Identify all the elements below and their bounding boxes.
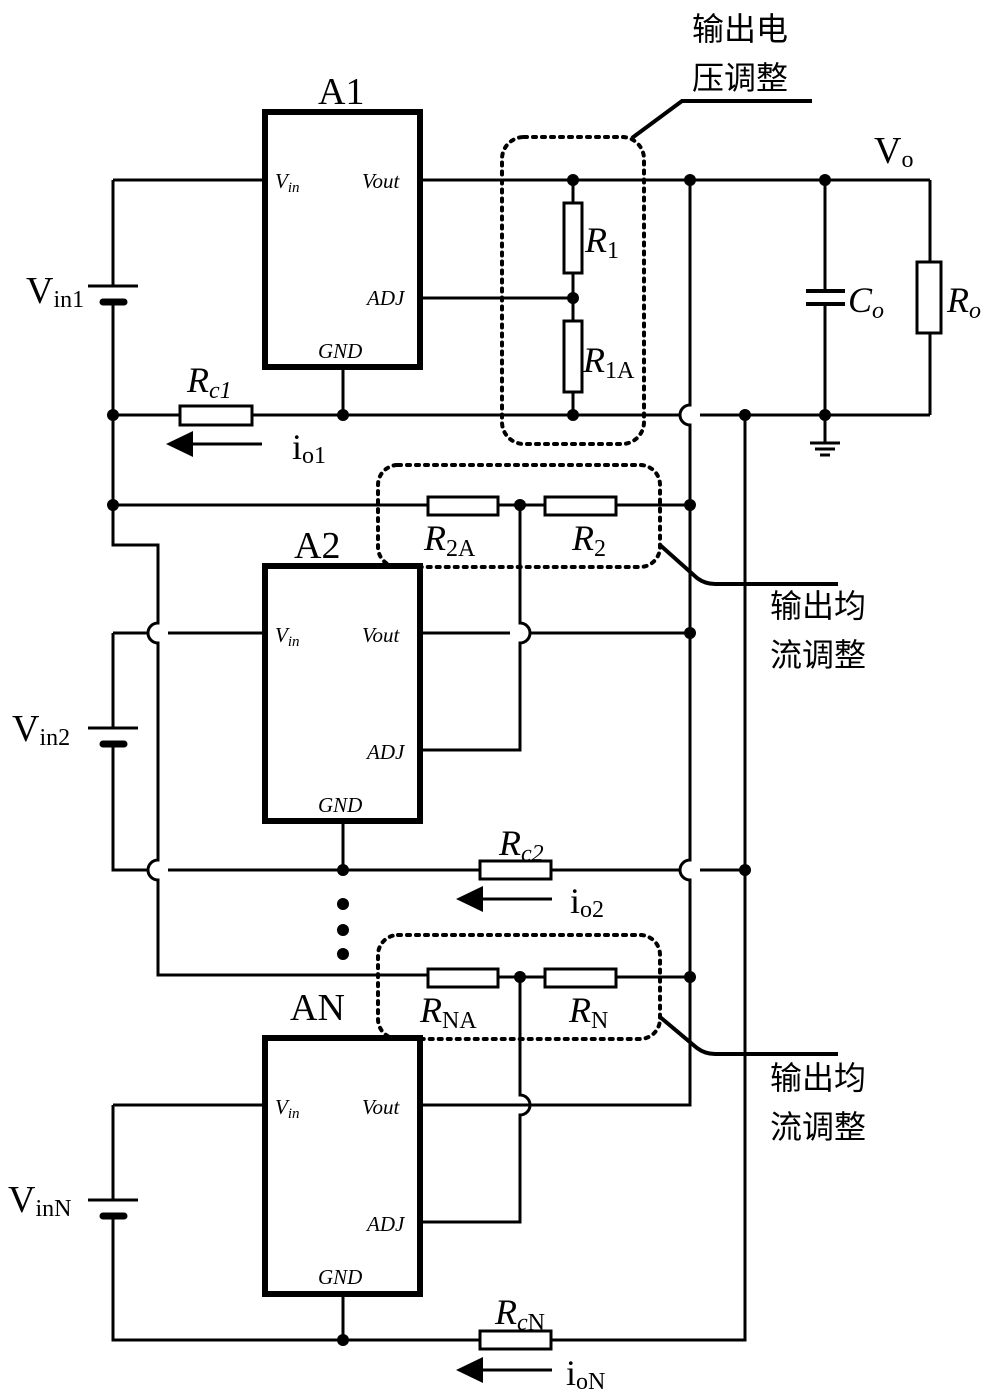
arrow-left-icon [456,1357,552,1383]
rcn-label: RcN [494,1292,545,1336]
r1-label: R1 [584,220,619,264]
resistor-r2a [426,495,500,517]
current-share-n-label-line2: 流调整 [770,1108,866,1146]
pin-gnd-label: GND [318,1265,362,1289]
stage-an: RNA RN 输出均 流调整 VinN AN Vin Vout ADJ GND … [8,933,866,1395]
wire-vin2-left-lower [111,744,148,872]
voltage-adjust-leader [630,99,812,140]
io2-label: io2 [570,881,604,923]
module-a2 [262,563,423,824]
pin-adj-label: ADJ [365,1212,406,1236]
resistor-r1 [562,201,584,275]
arrow-left-icon [456,886,552,912]
ellipsis-icon [337,898,349,960]
module-a1-label: A1 [318,71,364,113]
junction-dot [514,971,526,983]
rc2-label: Rc2 [498,823,544,867]
stage-a2: R2A R2 输出均 流调整 Vin2 A2 Vin Vout ADJ GND [12,463,866,923]
pin-vout-label: Vout [362,623,401,647]
junction-dot [684,627,696,639]
pin-vout-label: Vout [362,169,401,193]
ion-label: ioN [566,1353,605,1395]
resistor-ro [915,260,943,335]
junction-dot [819,409,831,421]
junction-dot [337,1334,349,1346]
r2a-label: R2A [423,518,476,562]
resistor-rc1 [178,404,254,427]
stage-a1: Vin1 A1 Vin Vout ADJ GND Rc1 io1 R1 R1A [26,10,981,469]
co-label: Co [848,280,884,324]
current-share-2-label-line2: 流调整 [770,636,866,674]
junction-dot [107,499,119,511]
junction-dot [337,864,349,876]
r1a-label: R1A [582,340,635,384]
arrow-left-icon [166,431,262,457]
vin2-label: Vin2 [12,708,70,751]
io1-label: io1 [292,427,326,469]
resistor-rna [426,967,500,989]
rn-label: RN [568,990,608,1034]
junction-dot [567,292,579,304]
junction-dot [337,409,349,421]
pin-gnd-label: GND [318,339,362,363]
junction-dot [739,864,751,876]
junction-dot [819,174,831,186]
voltage-adjust-label-line1: 输出电 [692,10,788,48]
vinn-label: VinN [8,1179,71,1222]
current-share-n-label-line1: 输出均 [770,1059,866,1097]
rna-label: RNA [419,990,477,1034]
battery-icon [88,726,138,748]
module-a2-label: A2 [294,525,340,567]
vin1-label: Vin1 [26,270,84,313]
module-an [262,1035,423,1297]
voltage-adjust-label-line2: 压调整 [692,59,788,97]
ro-label: Ro [946,280,981,324]
resistor-rn [543,967,618,989]
module-a1 [262,109,423,370]
module-an-label: AN [290,987,345,1029]
junction-dot [567,409,579,421]
resistor-r2 [543,495,618,517]
junction-dot [684,499,696,511]
current-share-leader-n [658,1015,838,1056]
vo-label: Vo [874,130,913,173]
r2-label: R2 [571,518,606,562]
pin-adj-label: ADJ [365,286,406,310]
junction-dot [684,971,696,983]
resistor-r1a [562,319,584,394]
rc1-label: Rc1 [186,360,232,404]
pin-gnd-label: GND [318,793,362,817]
battery-icon [88,1198,138,1220]
junction-dot [514,499,526,511]
current-share-leader-2 [658,543,838,586]
battery-icon [88,284,138,306]
wire-vout-vertical-bus [420,180,692,1107]
junction-dot [567,174,579,186]
capacitor-icon [806,289,845,306]
pin-adj-label: ADJ [365,740,406,764]
pin-vout-label: Vout [362,1095,401,1119]
circuit-schematic: Vin1 A1 Vin Vout ADJ GND Rc1 io1 R1 R1A [8,10,981,1395]
current-share-2-label-line1: 输出均 [770,587,866,625]
